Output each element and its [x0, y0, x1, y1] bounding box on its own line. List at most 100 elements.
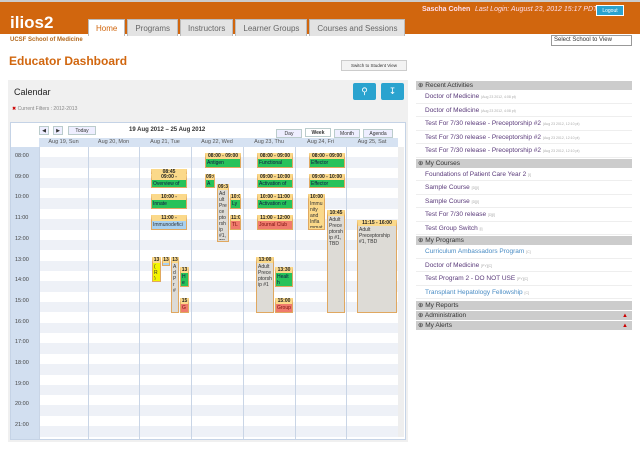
calendar-event[interactable]: 13Fi: [162, 256, 170, 266]
section-title: Recent Activities: [425, 82, 473, 89]
tab-instructors[interactable]: Instructors: [180, 19, 234, 36]
event-time: 10:45: [329, 209, 343, 216]
event-time: 10:00: [310, 194, 323, 201]
item-meta: [I]: [528, 172, 531, 177]
item-label: Doctor of Medicine: [425, 93, 480, 100]
event-time: 09:00 - 10:00: [259, 173, 291, 180]
half-hour-row: [39, 322, 399, 334]
my-reports-header[interactable]: ⊕ My Reports: [416, 301, 632, 310]
event-title: Adult Preceptorship #1: [258, 263, 272, 288]
tab-courses-sessions[interactable]: Courses and Sessions: [309, 19, 406, 36]
calendar-event[interactable]: 11:15 - 16:00 Adult Preceptorship #1, TBD: [357, 220, 397, 313]
download-button[interactable]: ↧: [381, 83, 404, 100]
week-grid: ◀ ▶ Today 19 Aug 2012 – 25 Aug 2012 Day …: [10, 122, 406, 440]
item-meta: [D][I]: [471, 199, 480, 204]
courses-item[interactable]: Test Group Switch [I]: [416, 222, 632, 235]
programs-item[interactable]: Doctor of Medicine [PY][C]: [416, 259, 632, 272]
tab-programs[interactable]: Programs: [127, 19, 179, 36]
view-month[interactable]: Month: [334, 129, 360, 138]
calendar-event[interactable]: 11:00 - Immunodefici: [151, 215, 187, 230]
recent-item[interactable]: Test For 7/30 release - Preceptorship #2…: [416, 131, 632, 144]
hour-label: 14:00: [15, 277, 29, 284]
calendar-event[interactable]: 09:0Ant: [205, 173, 215, 189]
calendar-event[interactable]: 09:3Adult Preceptorship #1, TBD: [217, 184, 229, 243]
half-hour-row: [39, 384, 399, 396]
courses-item[interactable]: Foundations of Patient Care Year 2 [I]: [416, 168, 632, 181]
calendar-event[interactable]: 10:0Lym: [230, 194, 241, 210]
today-button[interactable]: Today: [68, 126, 96, 135]
next-week-button[interactable]: ▶: [53, 126, 63, 135]
hour-label: 09:00: [15, 173, 29, 180]
calendar-event[interactable]: 08:00 - 09:00 Effector: [309, 153, 345, 168]
item-label: Doctor of Medicine: [425, 261, 480, 269]
day-header: Aug 22, Wed: [191, 138, 243, 147]
event-title: Gr Ch In an: [182, 304, 186, 311]
calendar-event[interactable]: 11:0TLC: [230, 215, 241, 230]
calendar-event[interactable]: 13:00 Adult Preceptorship #1: [256, 256, 274, 313]
hour-label: 17:00: [15, 339, 29, 346]
recent-activities-header[interactable]: ⊕ Recent Activities: [416, 81, 632, 90]
remove-filter-icon[interactable]: ✖: [12, 106, 16, 112]
scrollbar[interactable]: [398, 147, 404, 437]
prev-week-button[interactable]: ◀: [39, 126, 49, 135]
day-header: Aug 21, Tue: [139, 138, 191, 147]
courses-item[interactable]: Test For 7/30 release [D][I]: [416, 208, 632, 222]
recent-item[interactable]: Doctor of Medicine (Aug 23 2012, 4:08 pt…: [416, 90, 632, 104]
administration-header[interactable]: ⊕ Administration ▲: [416, 311, 632, 320]
switch-view-button[interactable]: Switch to Student View: [341, 60, 407, 71]
calendar-event[interactable]: 15:00Group Check In and: [275, 297, 293, 313]
recent-item[interactable]: Test For 7/30 release - Preceptorship #2…: [416, 144, 632, 158]
item-meta: (Aug 23 2012, 4:08 pt): [481, 95, 516, 99]
day-divider: [39, 147, 40, 439]
day-header: Aug 25, Sat: [346, 138, 398, 147]
calendar-event[interactable]: 13 Ad Pr #: [171, 256, 179, 313]
event-time: 09:3: [218, 184, 228, 191]
calendar-event[interactable]: 08:00 - 09:00 Antigen: [205, 153, 241, 168]
calendar-event[interactable]: 09:00 - 10:00 Activation of: [257, 173, 293, 189]
view-agenda[interactable]: Agenda: [363, 129, 393, 138]
logout-button[interactable]: Logout: [596, 5, 624, 16]
section-title: My Courses: [425, 159, 460, 167]
item-meta: [D][I]: [471, 186, 480, 190]
calendar-event[interactable]: 11:00 - 12:00 Journal Club: [257, 215, 293, 230]
calendar-event[interactable]: 10:00 - Innate: [151, 194, 187, 210]
tab-learner-groups[interactable]: Learner Groups: [235, 19, 308, 36]
programs-item[interactable]: Curriculum Ambassadors Program [C]: [416, 245, 632, 259]
event-title: Ant: [207, 180, 211, 187]
calendar-event[interactable]: 13:30Health Communication: [275, 266, 293, 287]
search-icon: ⚲: [361, 86, 368, 96]
calendar-event[interactable]: 09:00 - 10:00 Effector: [309, 173, 345, 189]
view-day[interactable]: Day: [276, 129, 302, 138]
search-button[interactable]: ⚲: [353, 83, 376, 100]
event-title: Antigen: [207, 160, 224, 166]
calendar-event[interactable]: 10:45 Adult Preceptorship #1, TBD: [327, 209, 345, 313]
calendar-event[interactable]: 15Gr Ch In an: [180, 297, 189, 313]
my-programs-header[interactable]: ⊕ My Programs: [416, 236, 632, 245]
courses-item[interactable]: Sample Course [D][I]: [416, 195, 632, 208]
calendar-event[interactable]: 10:00Immunity and Inflammation Laborator…: [308, 194, 325, 230]
calendar-event[interactable]: 13(R) Ol Ho Lt: [152, 256, 161, 282]
school-select[interactable]: Select School to View: [551, 35, 632, 46]
recent-item[interactable]: Test For 7/30 release - Preceptorship #2…: [416, 117, 632, 131]
programs-item[interactable]: Transplant Hepatology Fellowship [C]: [416, 286, 632, 299]
recent-item[interactable]: Doctor of Medicine (Aug 23 2012, 4:08 pt…: [416, 104, 632, 117]
hour-label: 21:00: [15, 422, 29, 429]
calendar-event[interactable]: 13He Co: [180, 266, 189, 287]
event-title: Group Check In and: [277, 304, 291, 311]
tab-home[interactable]: Home: [88, 19, 126, 36]
main-tabs: Home Programs Instructors Learner Groups…: [88, 19, 406, 36]
hour-label: 16:00: [15, 318, 29, 325]
calendar-event[interactable]: 08:00 - 09:00 Functional: [257, 153, 293, 168]
my-courses-header[interactable]: ⊕ My Courses: [416, 158, 632, 168]
calendar-event[interactable]: 09:00 - Overview of: [151, 173, 187, 189]
my-courses-list: Foundations of Patient Care Year 2 [I] Sa…: [416, 168, 632, 235]
programs-item[interactable]: Test Program 2 - DO NOT USE [PY][C]: [416, 272, 632, 286]
my-alerts-header[interactable]: ⊕ My Alerts ▲: [416, 321, 632, 330]
event-title: Adult Preceptorship #1, TBD: [359, 227, 390, 246]
courses-item[interactable]: Sample Course [D][I]: [416, 181, 632, 195]
event-time: 08:00 - 09:00: [207, 153, 239, 159]
view-week[interactable]: Week: [305, 128, 331, 137]
section-title: My Alerts: [425, 322, 452, 329]
calendar-event[interactable]: 10:00 - 11:00 Activation of: [257, 194, 293, 210]
time-column: [11, 147, 39, 439]
